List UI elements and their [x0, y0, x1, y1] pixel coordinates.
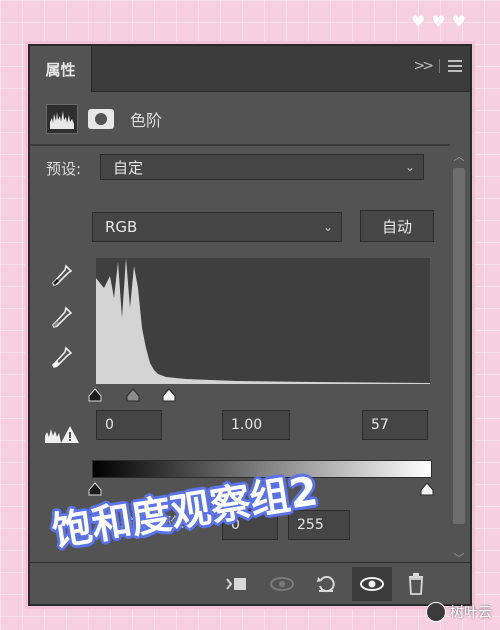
- panel-menu-icon[interactable]: [448, 60, 462, 72]
- header-divider: [30, 144, 450, 146]
- input-levels-slider[interactable]: [88, 386, 438, 404]
- preset-select[interactable]: 自定 ⌄: [100, 154, 424, 180]
- channel-select[interactable]: RGB ⌄: [92, 212, 342, 242]
- scroll-thumb[interactable]: [453, 168, 465, 524]
- black-input-handle[interactable]: [88, 388, 102, 402]
- heart-icon: ♥: [431, 12, 446, 31]
- watermark-text: 树叶云: [450, 605, 492, 621]
- panel-footer: [30, 562, 470, 604]
- clipping-warning-icon[interactable]: [44, 424, 80, 444]
- panel-tabbar: 属性 >>: [30, 46, 470, 92]
- levels-histogram: [96, 258, 430, 384]
- watermark-logo-icon: [426, 602, 446, 622]
- adjustment-header: 色阶: [46, 103, 162, 135]
- auto-button[interactable]: 自动: [360, 210, 434, 242]
- gray-point-eyedropper-icon[interactable]: [50, 306, 74, 332]
- chevron-down-icon: ⌄: [404, 160, 415, 174]
- input-gamma-field[interactable]: 1.00: [222, 410, 290, 440]
- white-output-handle[interactable]: [420, 482, 434, 496]
- input-black-field[interactable]: 0: [96, 410, 162, 440]
- heart-icon: ♥: [410, 12, 426, 31]
- preset-label: 预设:: [46, 160, 82, 178]
- chevron-down-icon: ⌄: [322, 220, 333, 234]
- panel-scrollbar[interactable]: ︿ ﹀: [452, 150, 466, 566]
- toggle-visibility-icon[interactable]: [352, 567, 392, 601]
- reset-icon[interactable]: [306, 567, 346, 601]
- input-white-field[interactable]: 57: [362, 410, 428, 440]
- controls-divider: [439, 59, 440, 73]
- channel-value: RGB: [105, 218, 138, 236]
- double-chevron-right-icon[interactable]: >>: [414, 58, 435, 74]
- white-point-eyedropper-icon[interactable]: [50, 346, 74, 372]
- tab-properties[interactable]: 属性: [30, 46, 92, 92]
- white-input-handle[interactable]: [162, 388, 176, 402]
- black-point-eyedropper-icon[interactable]: [50, 264, 74, 290]
- clip-to-layer-icon[interactable]: [216, 567, 256, 601]
- adjustment-title: 色阶: [130, 111, 163, 130]
- decorative-hearts: ♥ ♥ ♥: [411, 14, 466, 30]
- panel-top-strip: [30, 92, 470, 98]
- heart-icon: ♥: [451, 12, 466, 31]
- watermark: 树叶云: [426, 602, 492, 622]
- trash-icon[interactable]: [396, 567, 436, 601]
- view-previous-state-icon[interactable]: [262, 567, 302, 601]
- layer-mask-icon[interactable]: [88, 109, 114, 129]
- panel-controls: >>: [414, 58, 462, 74]
- scroll-up-icon[interactable]: ︿: [452, 150, 466, 164]
- levels-adjustment-icon[interactable]: [46, 104, 78, 134]
- preset-value: 自定: [113, 158, 144, 177]
- gamma-input-handle[interactable]: [126, 388, 140, 402]
